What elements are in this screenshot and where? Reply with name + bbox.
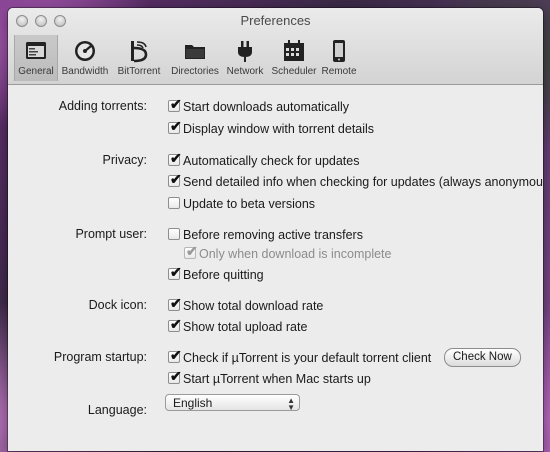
checkmark-icon: ✔	[170, 316, 182, 332]
check-updates-label: Automatically check for updates	[183, 154, 360, 168]
program-startup-label: Program startup:	[53, 350, 147, 364]
tab-remote-label: Remote	[321, 66, 357, 77]
checkbox-box	[168, 197, 180, 209]
checkmark-icon: ✔	[186, 243, 198, 259]
start-on-login-checkbox[interactable]: ✔ Start µTorrent when Mac starts up	[168, 368, 371, 387]
tab-network[interactable]: Network	[224, 35, 266, 81]
download-rate-checkbox[interactable]: ✔ Show total download rate	[168, 295, 324, 314]
tab-bandwidth-label: Bandwidth	[61, 66, 109, 77]
before-removing-checkbox[interactable]: Before removing active transfers	[168, 227, 363, 243]
tab-scheduler-label: Scheduler	[271, 66, 317, 77]
tab-general-label: General	[18, 66, 54, 77]
beta-versions-label: Update to beta versions	[183, 197, 316, 211]
checkbox-box: ✔	[168, 295, 182, 311]
checkmark-icon: ✔	[170, 264, 182, 280]
checkbox-box: ✔	[168, 118, 182, 134]
check-updates-checkbox[interactable]: ✔ Automatically check for updates	[168, 150, 360, 169]
tab-scheduler[interactable]: Scheduler	[268, 35, 320, 81]
plug-icon	[238, 41, 252, 62]
before-quitting-label: Before quitting	[183, 268, 264, 282]
up-down-arrows-icon: ▲ ▼	[287, 396, 295, 412]
adding-torrents-label: Adding torrents:	[58, 99, 147, 113]
check-now-button[interactable]: Check Now	[444, 348, 521, 367]
tab-general[interactable]: General	[14, 35, 58, 81]
general-icon	[26, 42, 46, 59]
before-quitting-checkbox[interactable]: ✔ Before quitting	[168, 264, 264, 283]
only-incomplete-label: Only when download is incomplete	[199, 247, 392, 261]
start-downloads-checkbox[interactable]: ✔ Start downloads automatically	[168, 96, 350, 115]
checkbox-box: ✔	[168, 316, 182, 332]
gauge-icon	[75, 41, 95, 61]
tab-bittorrent[interactable]: BitTorrent	[112, 35, 166, 81]
checkmark-icon: ✔	[170, 150, 182, 166]
default-client-label: Check if µTorrent is your default torren…	[183, 351, 432, 365]
tab-directories[interactable]: Directories	[168, 35, 222, 81]
display-window-label: Display window with torrent details	[183, 122, 375, 136]
send-info-label: Send detailed info when checking for upd…	[183, 175, 543, 189]
send-info-checkbox[interactable]: ✔ Send detailed info when checking for up…	[168, 171, 543, 190]
preferences-window: Preferences General Bandwidth BitTorrent…	[8, 8, 543, 451]
tab-bandwidth[interactable]: Bandwidth	[60, 35, 110, 81]
folder-icon	[185, 45, 205, 59]
window-title: Preferences	[240, 13, 311, 28]
beta-versions-checkbox[interactable]: Update to beta versions	[168, 196, 315, 212]
default-client-checkbox[interactable]: ✔ Check if µTorrent is your default torre…	[168, 347, 432, 366]
download-rate-label: Show total download rate	[183, 299, 324, 313]
start-downloads-label: Start downloads automatically	[183, 100, 350, 114]
checkbox-box: ✔	[168, 347, 182, 363]
checkmark-icon: ✔	[170, 96, 182, 112]
language-select[interactable]: English ▲ ▼	[165, 394, 300, 412]
language-select-value: English	[173, 396, 213, 410]
checkbox-box	[168, 228, 180, 240]
checkbox-box: ✔	[168, 171, 182, 187]
upload-rate-checkbox[interactable]: ✔ Show total upload rate	[168, 316, 308, 335]
checkbox-box: ✔	[168, 264, 182, 280]
checkmark-icon: ✔	[170, 171, 182, 187]
checkmark-icon: ✔	[170, 295, 182, 311]
start-on-login-label: Start µTorrent when Mac starts up	[183, 372, 371, 386]
prompt-user-label: Prompt user:	[75, 227, 147, 241]
tab-remote[interactable]: Remote	[320, 35, 358, 81]
checkbox-box: ✔	[168, 96, 182, 112]
before-removing-label: Before removing active transfers	[183, 228, 363, 242]
checkbox-box: ✔	[184, 243, 198, 259]
only-incomplete-checkbox: ✔ Only when download is incomplete	[184, 243, 392, 262]
checkbox-box: ✔	[168, 150, 182, 166]
checkmark-icon: ✔	[170, 368, 182, 384]
calendar-icon	[284, 40, 304, 61]
language-label: Language:	[87, 403, 147, 417]
upload-rate-label: Show total upload rate	[183, 320, 308, 334]
display-window-checkbox[interactable]: ✔ Display window with torrent details	[168, 118, 375, 137]
phone-icon	[333, 40, 345, 62]
tab-directories-label: Directories	[171, 66, 219, 77]
tab-network-label: Network	[226, 66, 264, 77]
toolbar: Preferences General Bandwidth BitTorrent…	[8, 8, 543, 85]
privacy-label: Privacy:	[102, 153, 147, 167]
checkbox-box: ✔	[168, 368, 182, 384]
tab-bittorrent-label: BitTorrent	[117, 66, 161, 77]
checkmark-icon: ✔	[170, 347, 182, 363]
dock-icon-label: Dock icon:	[88, 298, 147, 312]
bittorrent-icon	[131, 41, 148, 63]
checkmark-icon: ✔	[170, 118, 182, 134]
